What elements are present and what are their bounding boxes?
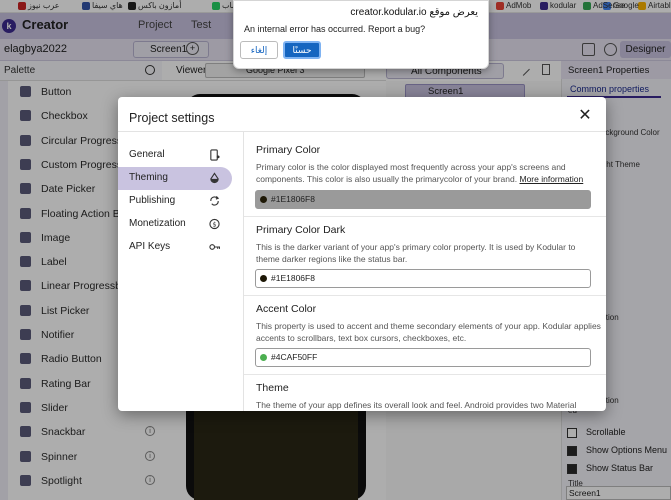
alert-cancel-button[interactable]: إلغاء — [240, 41, 278, 59]
section-divider — [244, 216, 606, 217]
dialog-content: Primary Color Primary color is the color… — [244, 132, 606, 411]
close-icon[interactable]: ✕ — [578, 108, 592, 124]
nav-theming[interactable]: Theming — [118, 167, 232, 190]
section-divider — [244, 295, 606, 296]
color-drop-icon — [210, 172, 219, 184]
nav-monetization[interactable]: Monetization $ — [118, 213, 232, 236]
nav-label: General — [129, 149, 165, 160]
section-title-theme: Theme — [256, 382, 289, 394]
primary-color-swatch — [260, 196, 267, 203]
section-desc-primary-color: Primary color is the color displayed mos… — [256, 162, 584, 184]
nav-api-keys[interactable]: API Keys — [118, 236, 232, 259]
svg-text:$: $ — [212, 220, 216, 228]
accent-color-field[interactable]: #4CAF50FF — [255, 348, 591, 367]
dialog-title: Project settings — [129, 111, 215, 125]
nav-general[interactable]: General — [118, 144, 232, 167]
nav-label: Monetization — [129, 218, 186, 229]
section-desc-theme: The theme of your app defines its overal… — [256, 400, 577, 410]
nav-publishing[interactable]: Publishing — [118, 190, 232, 213]
accent-color-swatch — [260, 354, 267, 361]
primary-color-field[interactable]: #1E1806F8 — [255, 190, 591, 209]
phone-settings-icon — [210, 149, 220, 161]
alert-message: An internal error has occurred. Report a… — [244, 24, 426, 34]
alert-ok-button[interactable]: حسنًا — [283, 41, 321, 59]
nav-label: API Keys — [129, 241, 171, 252]
section-title-primary-color: Primary Color — [256, 144, 321, 156]
nav-label: Theming — [129, 172, 168, 183]
dollar-icon: $ — [209, 218, 220, 230]
more-information-link[interactable]: More information — [519, 174, 583, 184]
nav-label: Publishing — [129, 195, 176, 206]
primary-color-dark-field[interactable]: #1E1806F8 — [255, 269, 591, 288]
primary-color-dark-swatch — [260, 275, 267, 282]
section-divider — [244, 374, 606, 375]
section-desc-accent-color: This property is used to accent and them… — [256, 321, 601, 343]
alert-origin: يعرض موقع creator.kodular.io — [350, 7, 478, 18]
sync-icon — [210, 196, 220, 206]
section-desc-primary-color-dark: This is the darker variant of your app's… — [256, 242, 576, 264]
section-title-accent-color: Accent Color — [256, 303, 317, 315]
section-title-primary-color-dark: Primary Color Dark — [256, 224, 346, 236]
key-icon — [209, 244, 220, 250]
